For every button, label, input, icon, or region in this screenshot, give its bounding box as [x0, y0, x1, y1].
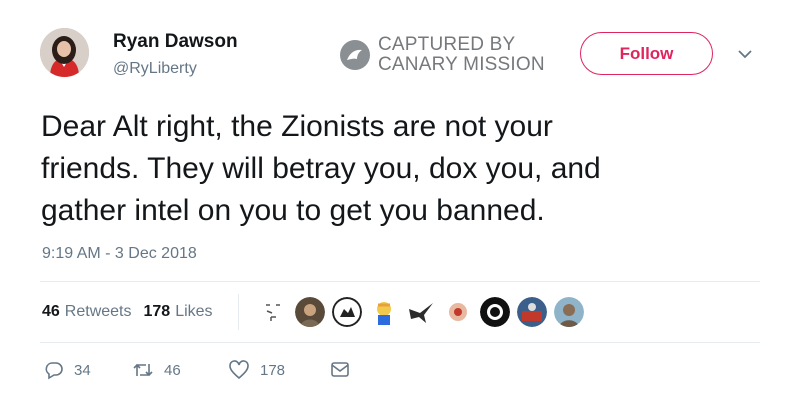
- liker-avatar[interactable]: [554, 297, 584, 327]
- stats-separator: [238, 294, 239, 330]
- liker-avatar[interactable]: [295, 297, 325, 327]
- direct-message-action[interactable]: [330, 361, 360, 379]
- canary-mission-watermark: CAPTURED BY CANARY MISSION: [340, 33, 545, 77]
- liker-avatar[interactable]: [406, 297, 436, 327]
- retweet-action[interactable]: 46: [132, 360, 228, 380]
- author-avatar[interactable]: [40, 28, 89, 77]
- reply-count: 34: [74, 361, 91, 379]
- retweets-count: 46: [42, 303, 60, 320]
- liker-avatars: [258, 297, 591, 327]
- author-name[interactable]: Ryan Dawson: [113, 31, 238, 53]
- tweet-text: Dear Alt right, the Zionists are not you…: [41, 110, 601, 227]
- retweets-label: Retweets: [64, 303, 132, 320]
- reply-action[interactable]: 34: [44, 360, 132, 380]
- engagement-stats: 46 Retweets 178 Likes: [42, 303, 225, 321]
- like-action[interactable]: 178: [228, 360, 330, 380]
- likes-count: 178: [143, 303, 171, 320]
- liker-avatar[interactable]: [517, 297, 547, 327]
- watermark-line-1: CAPTURED BY: [378, 34, 516, 55]
- tweet-timestamp[interactable]: 9:19 AM - 3 Dec 2018: [42, 245, 197, 263]
- retweets-stat[interactable]: 46 Retweets: [42, 303, 132, 321]
- author-handle[interactable]: @RyLiberty: [113, 60, 197, 78]
- liker-avatar[interactable]: [480, 297, 510, 327]
- follow-button[interactable]: Follow: [580, 32, 713, 75]
- likes-stat[interactable]: 178 Likes: [144, 303, 213, 321]
- divider-bottom: [40, 342, 760, 343]
- liker-avatar[interactable]: [369, 297, 399, 327]
- retweet-icon: [133, 363, 153, 377]
- liker-avatar[interactable]: [258, 297, 288, 327]
- divider-top: [40, 281, 760, 282]
- tweet-card: Ryan Dawson @RyLiberty CAPTURED BY CANAR…: [0, 0, 800, 409]
- retweet-count: 46: [164, 361, 181, 379]
- tweet-actions: 34 46 178: [44, 360, 360, 380]
- envelope-icon: [331, 362, 349, 377]
- reply-icon: [45, 362, 63, 380]
- heart-icon: [229, 360, 249, 380]
- canary-logo-icon: [340, 40, 370, 70]
- like-count: 178: [260, 361, 286, 379]
- likes-label: Likes: [175, 303, 213, 320]
- liker-avatar[interactable]: [443, 297, 473, 327]
- chevron-down-icon[interactable]: [738, 47, 752, 59]
- watermark-line-2: CANARY MISSION: [378, 54, 545, 75]
- liker-avatar[interactable]: [332, 297, 362, 327]
